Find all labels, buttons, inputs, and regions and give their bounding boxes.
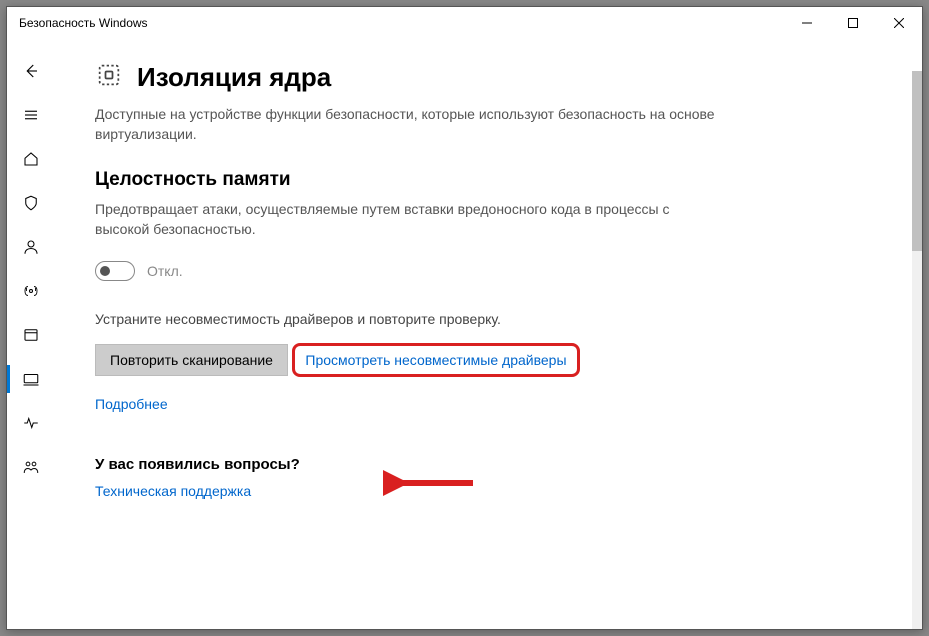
toggle-state-label: Откл. — [147, 263, 183, 279]
scrollbar[interactable] — [912, 71, 922, 629]
sidebar — [7, 39, 55, 629]
page-description: Доступные на устройстве функции безопасн… — [95, 104, 715, 145]
window-controls — [784, 7, 922, 39]
questions-heading: У вас появились вопросы? — [95, 456, 882, 473]
window-title: Безопасность Windows — [19, 16, 148, 30]
toggle-knob — [100, 266, 110, 276]
nav-device-performance[interactable] — [7, 401, 55, 445]
app-window: Безопасность Windows — [6, 6, 923, 630]
tech-support-link[interactable]: Техническая поддержка — [95, 483, 882, 499]
close-button[interactable] — [876, 7, 922, 39]
section-title: Целостность памяти — [95, 169, 882, 191]
section-description: Предотвращает атаки, осуществляемые путе… — [95, 199, 715, 240]
view-incompatible-drivers-link[interactable]: Просмотреть несовместимые драйверы — [305, 352, 566, 368]
nav-home[interactable] — [7, 137, 55, 181]
rescan-button[interactable]: Повторить сканирование — [95, 344, 288, 376]
nav-firewall[interactable] — [7, 269, 55, 313]
scrollbar-thumb[interactable] — [912, 71, 922, 251]
nav-virus-protection[interactable] — [7, 181, 55, 225]
back-button[interactable] — [7, 49, 55, 93]
annotation-highlight: Просмотреть несовместимые драйверы — [292, 343, 579, 377]
nav-family-options[interactable] — [7, 445, 55, 489]
page-title: Изоляция ядра — [137, 62, 331, 93]
nav-app-browser-control[interactable] — [7, 313, 55, 357]
help-section: У вас появились вопросы? Техническая под… — [95, 456, 882, 499]
memory-integrity-toggle-row: Откл. — [95, 261, 882, 281]
maximize-button[interactable] — [830, 7, 876, 39]
nav-account-protection[interactable] — [7, 225, 55, 269]
memory-integrity-toggle[interactable] — [95, 261, 135, 281]
learn-more-link[interactable]: Подробнее — [95, 396, 882, 412]
minimize-button[interactable] — [784, 7, 830, 39]
nav-device-security[interactable] — [7, 357, 55, 401]
core-isolation-icon — [95, 61, 123, 94]
page-header: Изоляция ядра — [95, 61, 882, 94]
main-content: Изоляция ядра Доступные на устройстве фу… — [55, 39, 922, 629]
menu-button[interactable] — [7, 93, 55, 137]
titlebar: Безопасность Windows — [7, 7, 922, 39]
app-body: Изоляция ядра Доступные на устройстве фу… — [7, 39, 922, 629]
fix-drivers-note: Устраните несовместимость драйверов и по… — [95, 311, 882, 327]
